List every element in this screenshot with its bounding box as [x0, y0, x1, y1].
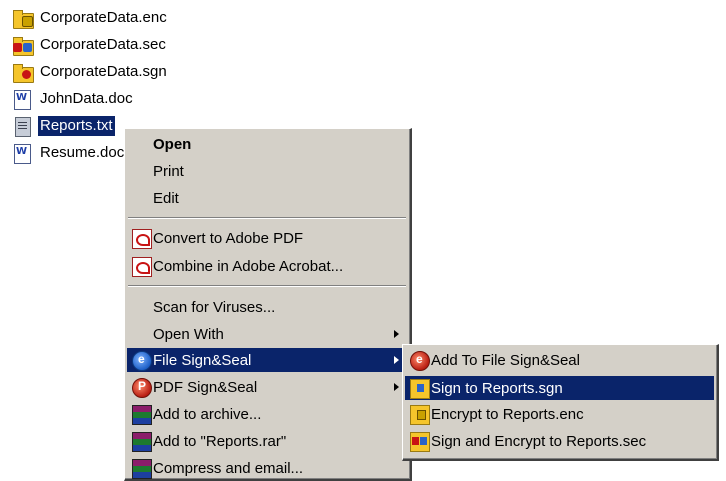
encrypted-folder-icon [12, 8, 34, 29]
menu-item-print[interactable]: Print [127, 159, 407, 183]
menu-item-combine-in-acrobat[interactable]: Combine in Adobe Acrobat... [127, 254, 407, 278]
menu-item-compress-and-email[interactable]: Compress and email... [127, 456, 407, 480]
submenu-item-label: Sign and Encrypt to Reports.sec [431, 432, 647, 450]
file-item-corporatedata-enc[interactable]: CorporateData.enc [12, 6, 232, 30]
submenu-item-sign-to-reports-sgn[interactable]: Sign to Reports.sgn [405, 376, 714, 400]
file-name: JohnData.doc [40, 90, 133, 107]
menu-item-label: Add to archive... [153, 405, 262, 423]
context-menu: Open Print Edit Convert to Adobe PDF Com… [124, 128, 412, 481]
menu-item-label: Open With [153, 325, 224, 343]
menu-item-label: Add to "Reports.rar" [153, 432, 287, 450]
winrar-icon [132, 432, 152, 452]
word-document-icon [12, 89, 34, 110]
menu-item-add-to-archive[interactable]: Add to archive... [127, 402, 407, 426]
menu-item-label: Print [153, 162, 184, 180]
menu-item-label: PDF Sign&Seal [153, 378, 258, 396]
submenu-item-label: Encrypt to Reports.enc [431, 405, 584, 423]
submenu-item-label: Sign to Reports.sgn [431, 379, 563, 397]
signed-encrypted-folder-icon [12, 35, 34, 56]
menu-item-add-to-reports-rar[interactable]: Add to "Reports.rar" [127, 429, 407, 453]
encrypt-folder-icon [410, 405, 430, 425]
submenu-item-add-to-file-sign-seal[interactable]: Add To File Sign&Seal [405, 348, 714, 372]
submenu-arrow-icon [394, 330, 399, 338]
pdf-sign-seal-icon [132, 378, 152, 398]
acrobat-icon [132, 257, 152, 277]
file-sign-seal-icon [132, 351, 152, 371]
file-sign-seal-icon [410, 351, 430, 371]
menu-item-label: Open [153, 135, 192, 153]
winrar-icon [132, 405, 152, 425]
menu-item-label: File Sign&Seal [153, 351, 252, 369]
menu-item-open-with[interactable]: Open With [127, 322, 407, 346]
submenu-arrow-icon [394, 383, 399, 391]
file-name: CorporateData.sec [40, 36, 166, 53]
submenu-item-sign-and-encrypt-to-reports-sec[interactable]: Sign and Encrypt to Reports.sec [405, 429, 714, 453]
file-name: Reports.txt [38, 116, 115, 136]
submenu-item-label: Add To File Sign&Seal [431, 351, 580, 369]
file-item-johndata-doc[interactable]: JohnData.doc [12, 87, 232, 111]
menu-item-label: Combine in Adobe Acrobat... [153, 257, 344, 275]
menu-item-label: Convert to Adobe PDF [153, 229, 304, 247]
menu-item-label: Edit [153, 189, 179, 207]
menu-item-scan-for-viruses[interactable]: Scan for Viruses... [127, 295, 407, 319]
word-document-icon [12, 143, 34, 164]
menu-item-label: Compress and email... [153, 459, 304, 477]
file-item-corporatedata-sec[interactable]: CorporateData.sec [12, 33, 232, 57]
signed-folder-icon [12, 62, 34, 83]
sign-folder-icon [410, 379, 430, 399]
submenu-item-encrypt-to-reports-enc[interactable]: Encrypt to Reports.enc [405, 402, 714, 426]
menu-separator [128, 285, 406, 287]
menu-item-pdf-sign-seal[interactable]: PDF Sign&Seal [127, 375, 407, 399]
submenu-arrow-icon [394, 356, 399, 364]
file-name: Resume.doc [40, 144, 125, 161]
menu-separator [128, 217, 406, 219]
file-name: CorporateData.sgn [40, 63, 167, 80]
sign-encrypt-folder-icon [410, 432, 430, 452]
menu-item-open[interactable]: Open [127, 132, 407, 156]
menu-item-label: Scan for Viruses... [153, 298, 276, 316]
menu-item-convert-to-pdf[interactable]: Convert to Adobe PDF [127, 226, 407, 250]
file-name: CorporateData.enc [40, 9, 167, 26]
text-file-icon [12, 116, 34, 137]
acrobat-icon [132, 229, 152, 249]
menu-item-file-sign-seal[interactable]: File Sign&Seal [127, 348, 407, 372]
winrar-icon [132, 459, 152, 479]
file-sign-seal-submenu: Add To File Sign&Seal Sign to Reports.sg… [402, 344, 719, 461]
file-item-corporatedata-sgn[interactable]: CorporateData.sgn [12, 60, 232, 84]
menu-item-edit[interactable]: Edit [127, 186, 407, 210]
